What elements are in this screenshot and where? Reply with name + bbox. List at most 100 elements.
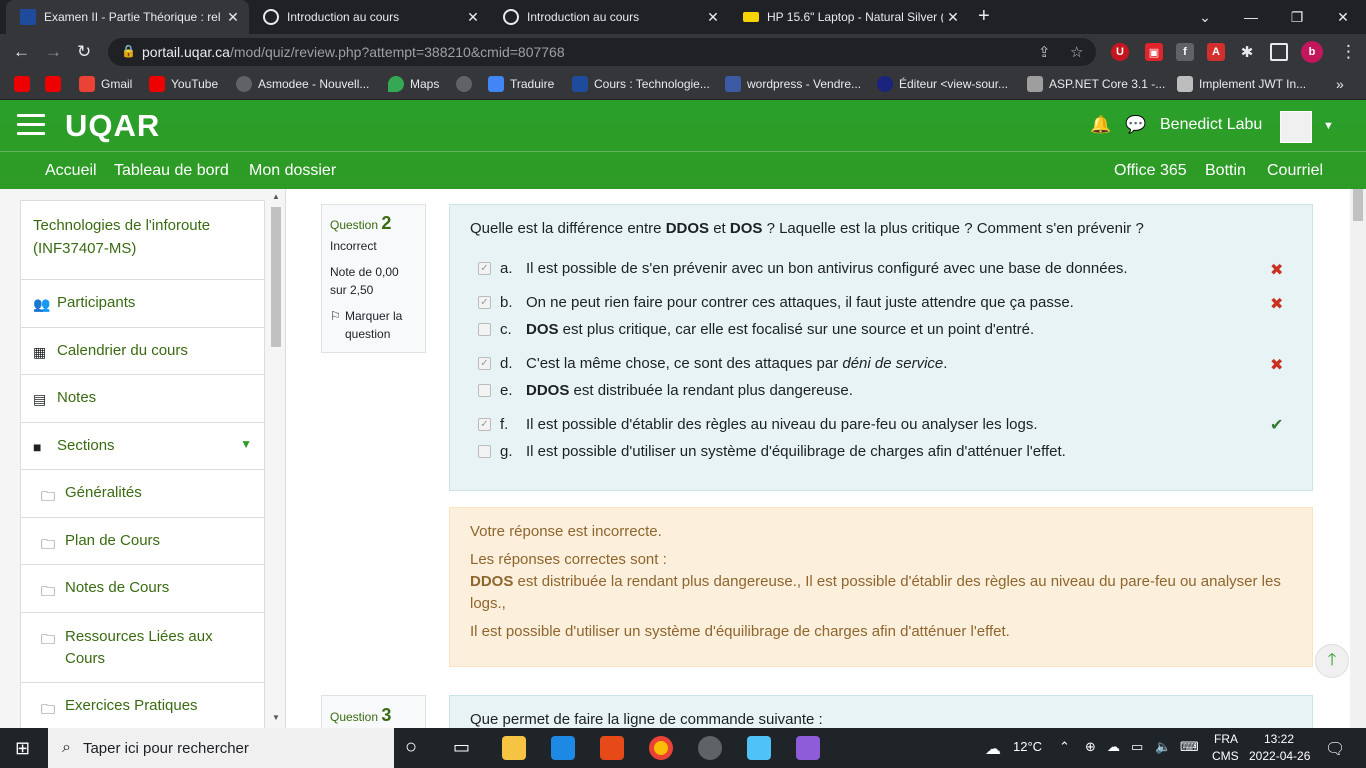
office-icon[interactable] (600, 736, 624, 760)
scrollbar-thumb[interactable] (1353, 189, 1363, 221)
bookmark-youtube-2[interactable] (45, 76, 67, 92)
hamburger-menu-icon[interactable] (17, 114, 45, 136)
answer-checkbox[interactable]: ✓ (478, 262, 491, 275)
answer-checkbox[interactable]: ✓ (478, 357, 491, 370)
url-bar[interactable]: 🔒 portail.uqar.ca/mod/quiz/review.php?at… (108, 38, 1096, 66)
bookmark-maps[interactable]: Maps (388, 76, 439, 92)
forward-icon[interactable]: → (45, 42, 62, 62)
drawer-item-calendrier[interactable]: ▦ Calendrier du cours (21, 328, 264, 375)
taskbar-search[interactable]: ⌕ Taper ici pour rechercher (48, 728, 394, 768)
back-to-top-button[interactable]: 🡑 (1315, 644, 1349, 678)
drawer-item-participants[interactable]: 👥 Participants (21, 280, 264, 328)
back-icon[interactable]: ← (13, 42, 30, 62)
answer-checkbox[interactable] (478, 384, 491, 397)
volume-icon[interactable]: 🔈 (1155, 739, 1171, 755)
reload-icon[interactable]: ↻ (77, 42, 91, 62)
sidepanel-icon[interactable] (1270, 43, 1288, 61)
tray-chevron-icon[interactable]: ⌃ (1059, 739, 1070, 755)
bookmark-star-icon[interactable]: ☆ (1070, 43, 1083, 61)
bookmark-aspnet[interactable]: ASP.NET Core 3.1 -... (1027, 76, 1165, 92)
onedrive-icon[interactable]: ☁ (1107, 739, 1120, 755)
settings-gear-icon[interactable] (698, 736, 722, 760)
close-tab-icon[interactable]: ✕ (223, 9, 243, 26)
bookmark-globe[interactable] (456, 76, 478, 92)
tab-examen[interactable]: Examen II - Partie Théorique : rel ✕ (6, 0, 249, 34)
profile-avatar[interactable]: b (1301, 41, 1323, 63)
new-tab-icon[interactable]: + (978, 5, 998, 28)
clock-time[interactable]: 13:22 (1264, 732, 1294, 746)
temperature[interactable]: 12°C (1013, 739, 1042, 754)
chat-bubble-icon[interactable]: 💬 (1125, 115, 1146, 135)
answer-checkbox[interactable] (478, 323, 491, 336)
page-scrollbar[interactable] (1350, 189, 1366, 728)
tray-app-icon[interactable]: ⊕ (1085, 739, 1096, 755)
pdf-extension-icon[interactable]: A (1207, 43, 1225, 61)
bookmark-gmail[interactable]: Gmail (79, 76, 132, 92)
task-view-icon[interactable]: ▭ (453, 737, 470, 758)
battery-icon[interactable]: ▭ (1131, 739, 1143, 755)
section-notes-de-cours[interactable]: 🗀 Notes de Cours (21, 565, 264, 613)
close-tab-icon[interactable]: ✕ (943, 9, 963, 26)
scroll-up-icon[interactable]: ▲ (272, 192, 280, 201)
nav-courriel[interactable]: Courriel (1267, 162, 1323, 180)
clock-date[interactable]: 2022-04-26 (1249, 749, 1310, 763)
answer-checkbox[interactable]: ✓ (478, 418, 491, 431)
remote-desktop-icon[interactable] (747, 736, 771, 760)
cortana-icon[interactable]: ○ (405, 736, 417, 759)
ublock-extension-icon[interactable]: U (1111, 43, 1129, 61)
mail-icon[interactable] (551, 736, 575, 760)
language-sub[interactable]: CMS (1212, 749, 1239, 763)
bookmark-cours[interactable]: Cours : Technologie... (572, 76, 710, 92)
close-window-icon[interactable]: ✕ (1320, 0, 1366, 34)
tab-search-chevron-icon[interactable]: ⌄ (1182, 0, 1228, 34)
drawer-item-notes[interactable]: ▤ Notes (21, 375, 264, 423)
keyboard-icon[interactable]: ⌨ (1180, 739, 1199, 755)
url-text[interactable]: portail.uqar.ca/mod/quiz/review.php?atte… (142, 44, 565, 60)
close-tab-icon[interactable]: ✕ (463, 9, 483, 26)
scroll-down-icon[interactable]: ▼ (272, 713, 280, 722)
uqar-logo[interactable]: UQAR (65, 108, 160, 144)
extension-grey-icon[interactable]: f (1176, 43, 1194, 61)
bell-icon[interactable]: 🔔 (1090, 115, 1111, 135)
nav-bottin[interactable]: Bottin (1205, 162, 1246, 180)
nav-tableau-de-bord[interactable]: Tableau de bord (114, 162, 229, 180)
bookmarks-overflow-icon[interactable]: » (1336, 76, 1344, 92)
user-name[interactable]: Benedict Labu (1160, 116, 1262, 134)
notifications-icon[interactable]: 🗨 (1325, 739, 1345, 759)
tab-hp-laptop[interactable]: HP 15.6" Laptop - Natural Silver ( ✕ (729, 0, 969, 34)
tab-introduction-2[interactable]: Introduction au cours ✕ (489, 0, 729, 34)
section-generalites[interactable]: 🗀 Généralités (21, 470, 264, 518)
puzzle-extensions-icon[interactable]: ✱ (1238, 43, 1256, 61)
tab-introduction-1[interactable]: Introduction au cours ✕ (249, 0, 489, 34)
extension-red-icon[interactable]: ▣ (1145, 43, 1163, 61)
file-explorer-icon[interactable] (502, 736, 526, 760)
minimize-icon[interactable]: — (1228, 0, 1274, 34)
answer-checkbox[interactable] (478, 445, 491, 458)
flag-question-link[interactable]: ⚐ Marquer la question (330, 307, 417, 343)
windows-start-icon[interactable]: ⊞ (15, 738, 30, 759)
bookmark-asmodee[interactable]: Asmodee - Nouvell... (236, 76, 369, 92)
restore-icon[interactable]: ❐ (1274, 0, 1320, 34)
drawer-scrollbar[interactable]: ▲ ▼ (269, 192, 283, 724)
bookmark-jwt[interactable]: Implement JWT In... (1177, 76, 1306, 92)
chrome-icon[interactable] (649, 736, 673, 760)
bookmark-wordpress[interactable]: wordpress - Vendre... (725, 76, 861, 92)
course-title-link[interactable]: Technologies de l'inforoute (INF37407-MS… (21, 201, 264, 280)
language-indicator[interactable]: FRA (1214, 732, 1238, 746)
nav-mon-dossier[interactable]: Mon dossier (249, 162, 336, 180)
avatar[interactable] (1280, 111, 1312, 143)
bookmark-youtube[interactable]: YouTube (149, 76, 218, 92)
section-ressources[interactable]: 🗀 Ressources Liées aux Cours (21, 613, 264, 683)
visual-studio-icon[interactable] (796, 736, 820, 760)
bookmark-traduire[interactable]: Traduire (488, 76, 554, 92)
answer-checkbox[interactable]: ✓ (478, 296, 491, 309)
weather-icon[interactable]: ☁ (985, 739, 1001, 759)
caret-down-icon[interactable]: ▼ (240, 437, 252, 451)
bookmark-editeur[interactable]: Éditeur <view-sour... (877, 76, 1008, 92)
drawer-item-sections[interactable]: ■ Sections ▼ (21, 423, 264, 470)
nav-office-365[interactable]: Office 365 (1114, 162, 1187, 180)
share-icon[interactable]: ⇪ (1038, 43, 1051, 61)
section-exercices[interactable]: 🗀 Exercices Pratiques (21, 683, 264, 730)
nav-accueil[interactable]: Accueil (45, 162, 97, 180)
menu-dots-icon[interactable]: ⋮ (1340, 42, 1357, 62)
